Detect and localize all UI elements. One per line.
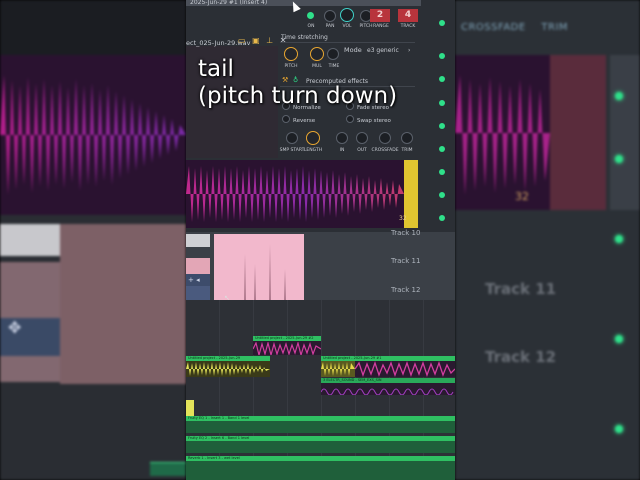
led-5[interactable] (439, 123, 445, 129)
led-1[interactable] (439, 20, 445, 26)
mode-select[interactable]: e3 generic (367, 47, 399, 54)
left-blurred-background: ✥ (0, 0, 186, 480)
automation-clip[interactable] (186, 441, 455, 453)
clip-waveform-mixed[interactable] (321, 361, 455, 377)
add-icon[interactable]: + ◂ (188, 276, 200, 284)
right-header-trim: TRIM (541, 22, 569, 33)
arrangement-area[interactable]: Untitled project - 2025-Jun-29 #2 Untitl… (186, 300, 455, 480)
folder-icon[interactable]: ▭ (238, 36, 246, 45)
right-waveform-number: 32 (515, 190, 529, 203)
left-pink-block (60, 224, 186, 384)
playlist-blue-clip-2 (186, 286, 210, 300)
automation-clip[interactable] (186, 461, 455, 480)
right-header-crossfade: CROSSFADE (461, 22, 526, 33)
playlist: + ◂ Track 10 Track 11 Track 12 ↖ Untitle… (186, 229, 455, 480)
in-knob[interactable] (336, 132, 348, 144)
waveform-number: 32 (399, 215, 407, 222)
length-label: LENGTH (303, 148, 323, 153)
clip-waveform[interactable] (253, 341, 321, 355)
reverse-option[interactable]: Reverse (282, 115, 315, 124)
pin-icon[interactable]: ⊥ (266, 36, 273, 45)
mixer-led-column (432, 0, 455, 232)
grid-line (253, 300, 254, 480)
led-3[interactable] (439, 76, 445, 82)
left-plus-icon: ✥ (8, 318, 22, 337)
led-2[interactable] (439, 53, 445, 59)
out-knob[interactable] (356, 132, 368, 144)
clip-waveform-sine[interactable] (321, 383, 455, 395)
right-led (615, 335, 623, 343)
small-yellow-clip[interactable] (186, 400, 194, 416)
sample-waveform[interactable] (186, 160, 418, 228)
led-7[interactable] (439, 169, 445, 175)
mode-dropdown-arrow-icon[interactable]: › (408, 47, 410, 54)
right-waveform-blur (455, 55, 550, 210)
swap-stereo-option[interactable]: Swap stereo (346, 115, 391, 124)
right-header-labels: CROSSFADE TRIM (455, 22, 640, 33)
range-label: RANGE (373, 24, 389, 29)
track-label: TRACK (400, 24, 416, 29)
right-led (615, 425, 623, 433)
length-knob[interactable] (306, 131, 320, 145)
caption-line-1: tail (198, 56, 234, 82)
right-blurred-background: CROSSFADE TRIM 32 Track 11 Track 12 (455, 0, 640, 480)
left-green-strip (150, 462, 186, 476)
playlist-blue-clip[interactable]: + ◂ (186, 274, 210, 286)
playlist-grey-clip (186, 234, 210, 247)
left-grey-block (0, 224, 60, 256)
crossfade-knob[interactable] (379, 132, 391, 144)
grid-line (287, 300, 288, 480)
window-title[interactable]: 2025-Jun-29 #1 (Insert 4) (186, 0, 421, 6)
trim-knob[interactable] (401, 132, 413, 144)
right-grey-strip (610, 55, 640, 210)
led-9[interactable] (439, 215, 445, 221)
left-waveform-blur (0, 55, 186, 215)
track-value[interactable]: 4 (398, 9, 418, 22)
smp-start-knob[interactable] (286, 132, 298, 144)
screen: ✥ CROSSFADE TRIM 32 Track 11 Track 12 20… (0, 0, 640, 480)
right-waveform-strip (550, 55, 606, 210)
sample-preview-pink[interactable] (214, 234, 304, 300)
led-8[interactable] (439, 192, 445, 198)
mode-label: Mode (344, 46, 362, 54)
pan-knob[interactable] (324, 10, 336, 22)
time-stretching-title: Time stretching (281, 34, 328, 41)
automation-clip[interactable] (186, 421, 455, 433)
right-track-11-label: Track 11 (485, 280, 557, 298)
right-led (615, 235, 623, 243)
range-value[interactable]: 2 (370, 9, 390, 22)
volume-knob[interactable] (340, 8, 354, 22)
playlist-pink-clip (186, 258, 210, 274)
grid-line (219, 300, 220, 480)
caption-line-2: (pitch turn down) (198, 83, 398, 109)
video-caption: tail (pitch turn down) (198, 56, 397, 110)
clip-waveform-yellow[interactable] (186, 361, 270, 377)
save-icon[interactable]: ▣ (252, 36, 260, 45)
right-led (615, 92, 623, 100)
track-11-label[interactable]: Track 11 (391, 257, 420, 265)
led-4[interactable] (439, 100, 445, 106)
track-12-label[interactable]: Track 12 (391, 286, 420, 294)
right-track-12-label: Track 12 (485, 348, 557, 366)
channel-settings-window: 2025-Jun-29 #1 (Insert 4) 2 4 ON PAN VOL… (186, 0, 455, 232)
right-led (615, 155, 623, 163)
divider (280, 42, 415, 43)
led-6[interactable] (439, 146, 445, 152)
left-dark-header (0, 0, 186, 55)
trim-label: TRIM (401, 148, 413, 153)
track-10-label[interactable]: Track 10 (391, 229, 420, 237)
left-blue-bar: ✥ (0, 318, 60, 356)
channel-on-led[interactable] (307, 12, 314, 19)
